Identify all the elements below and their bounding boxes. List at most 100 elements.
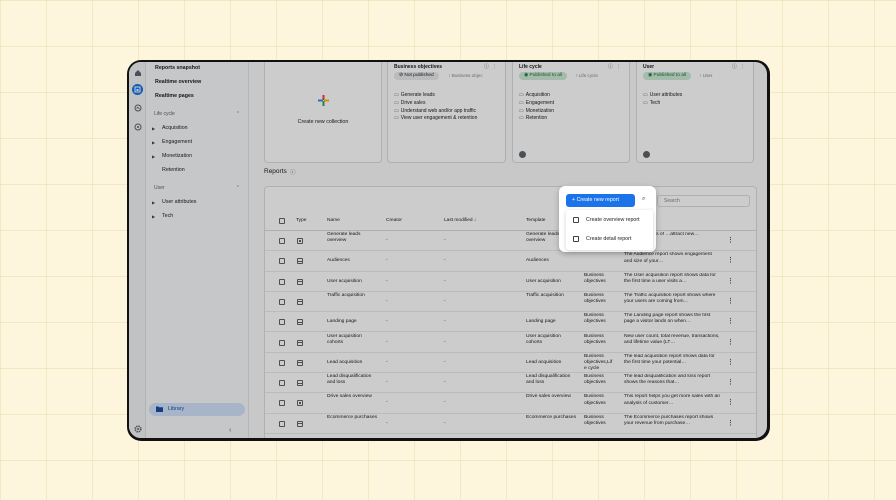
list-item[interactable]: ▭ Generate leads	[394, 92, 477, 100]
more-vert-icon[interactable]: ⋮	[727, 358, 734, 366]
row-checkbox[interactable]	[279, 258, 285, 265]
sidebar-item-realtime-pages[interactable]: Realtime pages	[155, 93, 194, 99]
list-item[interactable]: ▭ Drive sales	[394, 100, 477, 108]
list-item[interactable]: ▭ Engagement	[519, 100, 554, 108]
more-vert-icon[interactable]: ⋮	[727, 398, 734, 406]
table-row[interactable]: Lead acquisition - - Lead acquisition Busine…	[265, 353, 756, 374]
info-and-more-icons[interactable]: ⓘ⋮	[484, 63, 500, 70]
info-and-more-icons[interactable]: ⓘ⋮	[608, 63, 624, 70]
expand-arrow-icon[interactable]: ▶	[152, 200, 155, 205]
report-name[interactable]: Landing page	[327, 319, 379, 325]
collection-card-user[interactable]: User ⓘ⋮ ◉ Published to all ⁝ User ▭ User …	[636, 62, 754, 163]
advertising-icon[interactable]	[132, 121, 143, 132]
row-checkbox[interactable]	[279, 380, 285, 387]
help-icon[interactable]: ⓘ	[290, 168, 296, 176]
info-and-more-icons[interactable]: ⓘ⋮	[732, 63, 748, 70]
table-row[interactable]: Drive sales overview - - Drive sales overvi…	[265, 393, 756, 414]
select-all-checkbox[interactable]	[279, 218, 285, 224]
collection-card-business-objectives[interactable]: Business objectives ⓘ⋮ ⊘ Not published ⁝…	[387, 62, 506, 163]
globe-icon	[519, 151, 526, 158]
expand-arrow-icon[interactable]: ▶	[152, 214, 155, 219]
column-header-type[interactable]: Type	[296, 218, 306, 223]
search-icon[interactable]: ⌕	[642, 196, 645, 203]
chevron-up-icon[interactable]: ⌃	[236, 185, 240, 191]
explore-icon[interactable]	[132, 102, 143, 113]
more-vert-icon[interactable]: ⋮	[727, 277, 734, 285]
row-checkbox[interactable]	[279, 339, 285, 346]
settings-gear-icon[interactable]	[132, 423, 143, 434]
table-row[interactable]: Ecommerce purchases - - Ecommerce purchases…	[265, 414, 756, 434]
table-row[interactable]: User acquisition - - User acquisition Busine…	[265, 272, 756, 292]
library-button[interactable]: Library	[149, 403, 245, 416]
collapse-sidebar-icon[interactable]: ‹	[229, 427, 231, 434]
row-checkbox[interactable]	[279, 278, 285, 285]
menu-item-create-detail-report[interactable]: Create detail report	[566, 230, 653, 249]
sidebar-item-monetization[interactable]: Monetization	[162, 153, 192, 159]
row-checkbox[interactable]	[279, 400, 285, 407]
more-vert-icon[interactable]: ⋮	[727, 256, 734, 264]
column-header-last-modified[interactable]: Last modified ↓	[444, 218, 476, 223]
more-vert-icon[interactable]: ⋮	[727, 236, 734, 244]
reports-icon[interactable]	[132, 84, 143, 95]
report-description: This report helps you get more sales wit…	[624, 394, 720, 406]
table-row[interactable]: Traffic acquisition - - Traffic acquisition…	[265, 292, 756, 313]
sidebar-item-tech[interactable]: Tech	[162, 213, 173, 219]
sidebar-item-realtime-overview[interactable]: Realtime overview	[155, 79, 201, 85]
column-header-template[interactable]: Template	[526, 218, 545, 223]
row-checkbox[interactable]	[279, 420, 285, 427]
sidebar-item-retention[interactable]: Retention	[162, 167, 185, 173]
list-item[interactable]: ▭ Acquisition	[519, 92, 554, 100]
more-vert-icon[interactable]: ⋮	[727, 419, 734, 427]
report-name[interactable]: Ecommerce purchases	[327, 415, 379, 421]
report-name[interactable]: Lead acquisition	[327, 360, 379, 366]
list-item[interactable]: ▭ Retention	[519, 115, 554, 123]
more-vert-icon[interactable]: ⋮	[727, 297, 734, 305]
report-name[interactable]: User acquisition cohorts	[327, 334, 379, 347]
sidebar-item-acquisition[interactable]: Acquisition	[162, 125, 188, 131]
list-item[interactable]: ▭ Tech	[643, 100, 682, 108]
sidebar-item-reports-snapshot[interactable]: Reports snapshot	[155, 65, 200, 71]
report-name[interactable]: User acquisition	[327, 279, 379, 285]
expand-arrow-icon[interactable]: ▶	[152, 126, 155, 131]
home-icon[interactable]	[132, 67, 143, 78]
report-name[interactable]: Lead disqualification and loss	[327, 374, 379, 387]
table-row[interactable]: User acquisition cohorts - - User acquisiti…	[265, 333, 756, 353]
create-new-report-button[interactable]: + Create new report	[566, 194, 635, 207]
sidebar-section-user[interactable]: User	[154, 185, 165, 191]
list-item[interactable]: ▭ Monetization	[519, 108, 554, 116]
column-header-name[interactable]: Name	[327, 218, 340, 223]
row-checkbox[interactable]	[279, 359, 285, 366]
more-vert-icon[interactable]: ⋮	[727, 338, 734, 346]
chevron-up-icon[interactable]: ⌃	[236, 111, 240, 117]
report-template: Traffic acquisition	[526, 292, 564, 298]
report-name[interactable]: Drive sales overview	[327, 394, 379, 400]
analytics-app: Reports snapshot Realtime overview Realt…	[129, 62, 767, 438]
menu-item-create-overview-report[interactable]: Create overview report	[566, 211, 653, 230]
more-vert-icon[interactable]: ⋮	[727, 317, 734, 325]
sidebar-item-engagement[interactable]: Engagement	[162, 139, 192, 145]
list-item[interactable]: ▭ View user engagement & retention	[394, 115, 477, 123]
list-item[interactable]: ▭ User attributes	[643, 92, 682, 100]
row-checkbox[interactable]	[279, 238, 285, 244]
sidebar-section-lifecycle[interactable]: Life cycle	[154, 111, 175, 117]
expand-arrow-icon[interactable]: ▶	[152, 154, 155, 159]
report-name[interactable]: Audiences	[327, 258, 379, 264]
column-header-creator[interactable]: Creator	[386, 218, 402, 223]
report-name[interactable]: Traffic acquisition	[327, 293, 379, 299]
create-collection-card[interactable]: Create new collection	[264, 62, 382, 163]
folder-icon	[156, 406, 163, 412]
table-row[interactable]: Audiences - - Audiences The Audience report …	[265, 251, 756, 272]
row-checkbox[interactable]	[279, 298, 285, 305]
table-row[interactable]: Generate leads overview - - Generate leads …	[265, 231, 756, 252]
report-name[interactable]: Generate leads overview	[327, 232, 379, 245]
collection-card-life-cycle[interactable]: Life cycle ⓘ⋮ ◉ Published to all ⁝ Life …	[512, 62, 630, 163]
table-row[interactable]: Lead disqualification and loss - - Lead dis…	[265, 373, 756, 394]
search-input[interactable]: Search	[657, 195, 750, 207]
table-row[interactable]: Landing page - - Landing page Business objec…	[265, 312, 756, 333]
sidebar-item-user-attributes[interactable]: User attributes	[162, 199, 196, 205]
row-checkbox[interactable]	[279, 319, 285, 326]
report-last-modified: -	[444, 319, 446, 325]
list-item[interactable]: ▭ Understand web and/or app traffic	[394, 108, 477, 116]
expand-arrow-icon[interactable]: ▶	[152, 140, 155, 145]
more-vert-icon[interactable]: ⋮	[727, 378, 734, 386]
